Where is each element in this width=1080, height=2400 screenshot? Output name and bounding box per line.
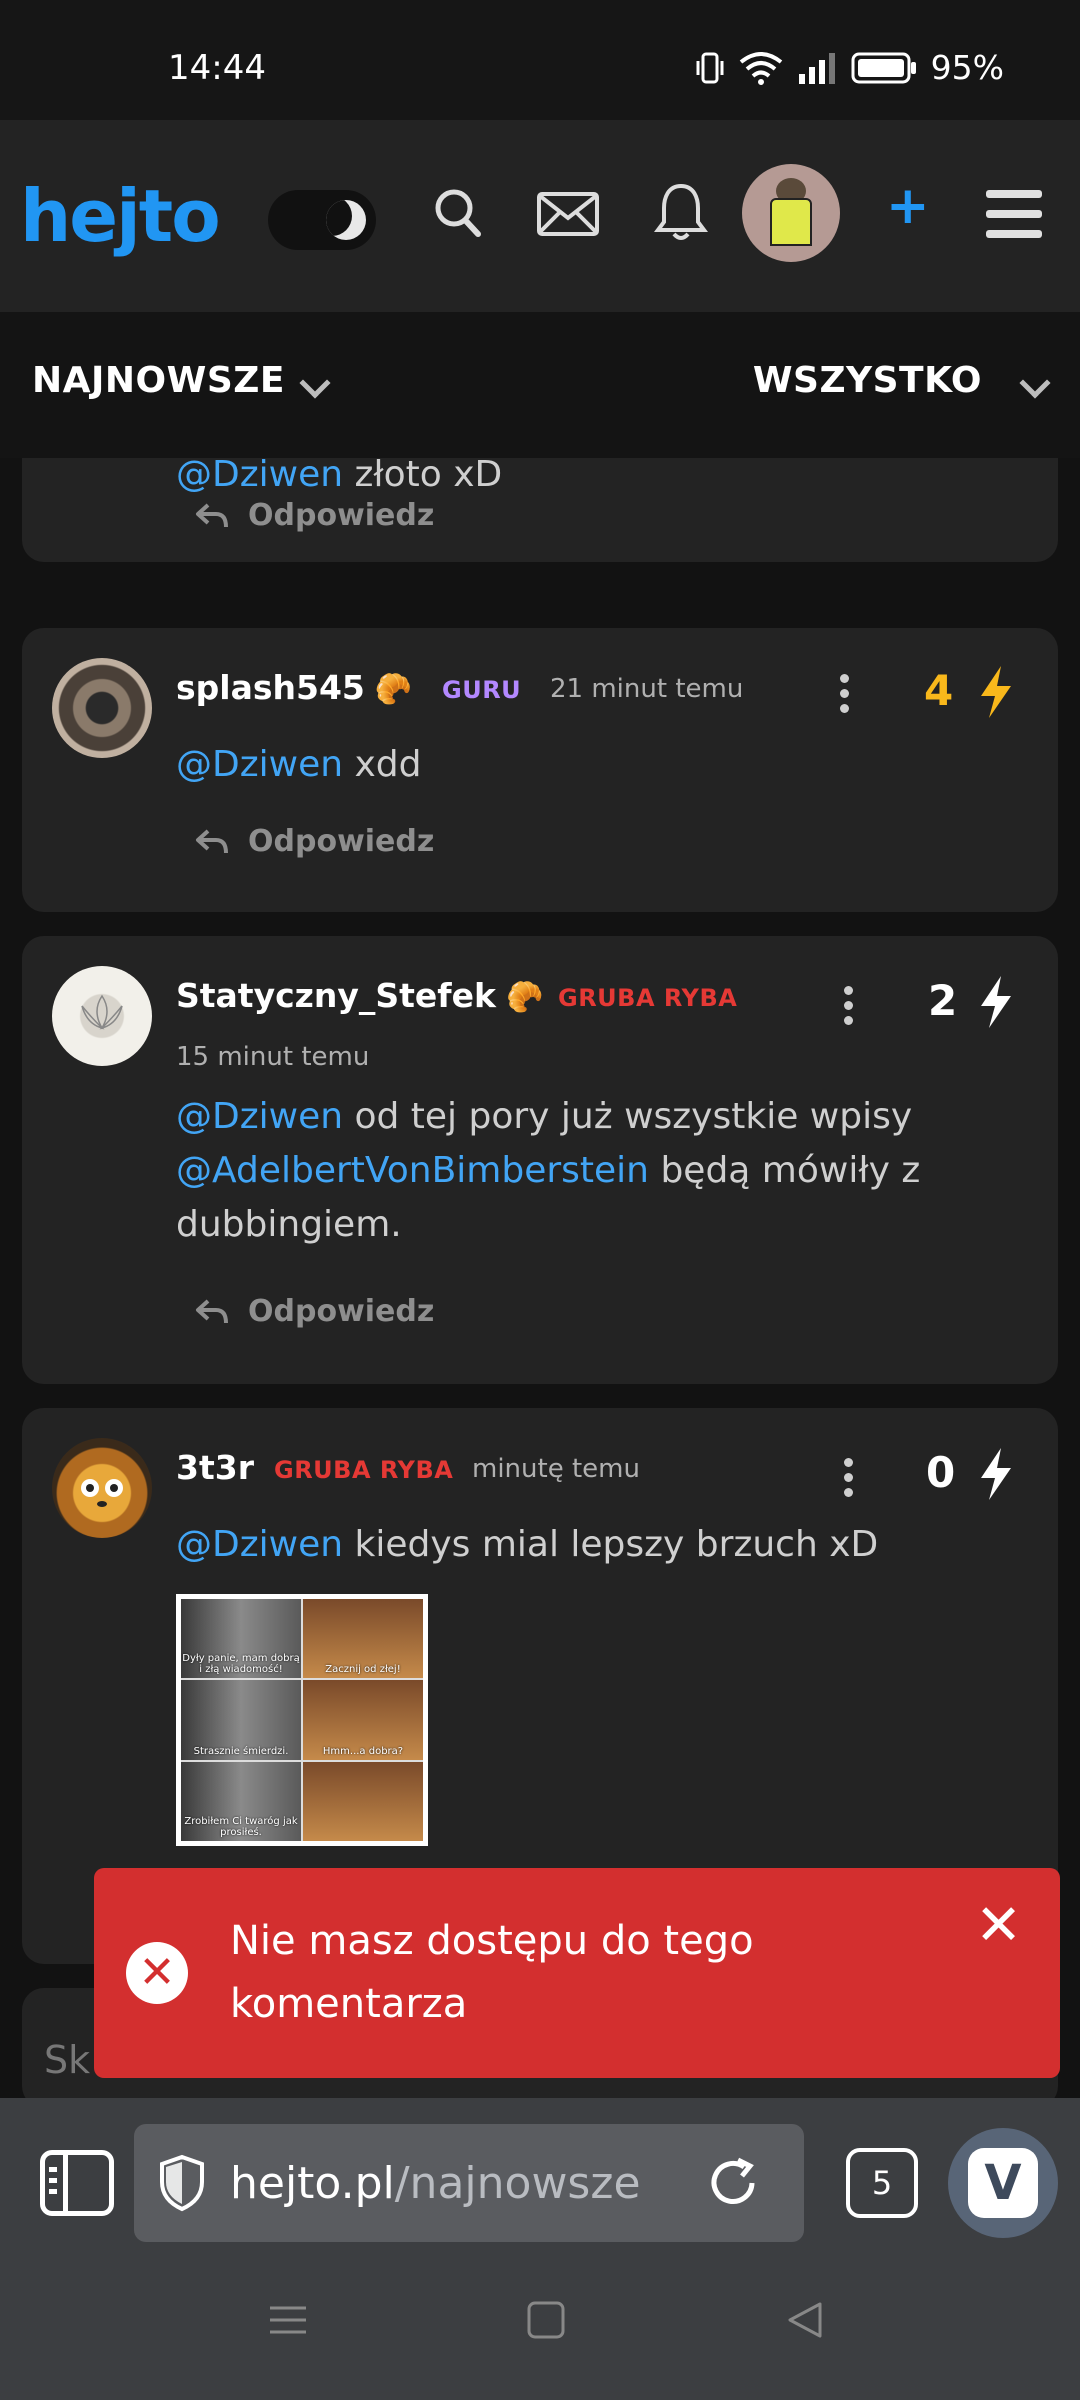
- address-bar[interactable]: hejto.pl/najnowsze: [134, 2124, 804, 2242]
- reply-button[interactable]: Odpowiedz: [194, 498, 434, 533]
- user-avatar[interactable]: [742, 164, 840, 262]
- chevron-down-icon[interactable]: [299, 367, 331, 399]
- more-options-icon[interactable]: [844, 986, 854, 1031]
- reply-button[interactable]: Odpowiedz: [194, 824, 434, 859]
- status-time: 14:44: [168, 48, 266, 88]
- rank-badge: GRUBA RYBA: [274, 1456, 454, 1484]
- recents-icon[interactable]: [268, 2300, 308, 2340]
- mention-link[interactable]: @AdelbertVonBimberstein: [176, 1150, 649, 1191]
- filter-bar: NAJNOWSZE WSZYSTKO: [0, 312, 1080, 458]
- comment-text: @Dziwen od tej pory już wszystkie wpisy …: [176, 1096, 921, 1245]
- status-icons: 95%: [695, 48, 1004, 87]
- dark-mode-toggle[interactable]: [268, 190, 376, 250]
- comment-text: @Dziwen xdd: [176, 744, 422, 785]
- moon-icon: [326, 200, 366, 240]
- sidebar-panel-icon[interactable]: [40, 2150, 114, 2216]
- meme-caption: Hmm...a dobra?: [322, 1745, 404, 1757]
- croissant-badge: 🥐: [505, 980, 544, 1015]
- hamburger-menu-icon[interactable]: [986, 190, 1042, 250]
- vivaldi-logo-icon: V: [968, 2148, 1038, 2218]
- comment-card: splash545 🥐 GURU 21 minut temu 4 @Dziwen …: [22, 628, 1058, 912]
- bell-icon[interactable]: [654, 182, 708, 244]
- commenter-avatar[interactable]: [52, 658, 152, 758]
- lightning-icon[interactable]: [977, 664, 1015, 720]
- username[interactable]: splash545 🥐: [176, 668, 412, 707]
- lightning-icon[interactable]: [977, 1446, 1015, 1502]
- comment-text: @Dziwen złoto xD: [176, 458, 1018, 502]
- comment-time: 21 minut temu: [550, 674, 744, 704]
- status-bar: 14:44 95%: [0, 0, 1080, 120]
- url-text: hejto.pl/najnowsze: [230, 2158, 641, 2209]
- toast-message: Nie masz dostępu do tego komentarza: [230, 1918, 754, 2027]
- hejto-logo[interactable]: hejto: [20, 180, 221, 252]
- comment-text: @Dziwen kiedys mial lepszy brzuch xD: [176, 1524, 879, 1565]
- app-header: hejto +: [0, 120, 1080, 312]
- rank-badge: GURU: [442, 676, 522, 704]
- more-options-icon[interactable]: [840, 674, 850, 719]
- username[interactable]: Statyczny_Stefek 🥐: [176, 976, 543, 1015]
- chevron-down-icon[interactable]: [1019, 367, 1051, 399]
- mention-link[interactable]: @Dziwen: [176, 1096, 343, 1137]
- vote-count: 0: [926, 1448, 956, 1497]
- wifi-icon: [739, 51, 782, 85]
- comment-card: Statyczny_Stefek 🥐 GRUBA RYBA 2 15 minut …: [22, 936, 1058, 1384]
- vivaldi-menu-button[interactable]: V: [948, 2128, 1058, 2238]
- home-icon[interactable]: [526, 2300, 566, 2340]
- vibrate-icon: [696, 52, 724, 83]
- vote-count: 2: [928, 976, 958, 1025]
- meme-caption: Zacznij od złej!: [325, 1664, 401, 1676]
- category-dropdown[interactable]: WSZYSTKO: [753, 360, 982, 401]
- reload-icon[interactable]: [706, 2156, 760, 2210]
- reply-button[interactable]: Odpowiedz: [194, 1294, 434, 1329]
- meme-caption: Strasznie śmierdzi.: [193, 1745, 289, 1757]
- battery-icon: [851, 52, 916, 83]
- search-icon[interactable]: [432, 186, 484, 242]
- comment-card: @Dziwen złoto xD Odpowiedz: [22, 458, 1058, 562]
- signal-icon: [798, 52, 835, 84]
- vote-count: 4: [924, 666, 954, 715]
- sort-dropdown[interactable]: NAJNOWSZE: [32, 360, 285, 401]
- close-icon[interactable]: ✕: [975, 1898, 1022, 1954]
- more-options-icon[interactable]: [844, 1458, 854, 1503]
- system-nav-bar: [0, 2252, 1080, 2400]
- error-icon: ✕: [126, 1942, 188, 2004]
- commenter-avatar[interactable]: [52, 966, 152, 1066]
- commenter-avatar[interactable]: [52, 1438, 152, 1538]
- mail-icon[interactable]: [536, 186, 600, 242]
- meme-image[interactable]: Dyły panie, mam dobrą i złą wiadomość! Z…: [176, 1594, 428, 1846]
- reply-icon: [196, 1299, 228, 1323]
- meme-caption: Dyły panie, mam dobrą i złą wiadomość!: [182, 1653, 300, 1676]
- croissant-badge: 🥐: [374, 672, 413, 707]
- browser-toolbar: hejto.pl/najnowsze 5 V: [0, 2098, 1080, 2252]
- lightning-icon[interactable]: [977, 974, 1015, 1030]
- rank-badge: GRUBA RYBA: [558, 984, 738, 1012]
- comment-input-placeholder: Sk: [44, 2038, 91, 2082]
- reply-icon: [196, 829, 228, 853]
- username[interactable]: 3t3r: [176, 1448, 254, 1487]
- mention-link[interactable]: @Dziwen: [176, 1524, 343, 1565]
- error-toast: ✕ Nie masz dostępu do tego komentarza ✕: [94, 1868, 1060, 2078]
- mention-link[interactable]: @Dziwen: [176, 458, 343, 495]
- shield-icon: [160, 2154, 204, 2212]
- comments-feed: @Dziwen złoto xD Odpowiedz splash545 🥐 GU…: [0, 458, 1080, 2098]
- tabs-button[interactable]: 5: [846, 2148, 918, 2218]
- battery-percent: 95%: [930, 48, 1004, 87]
- mention-link[interactable]: @Dziwen: [176, 744, 343, 785]
- back-icon[interactable]: [784, 2300, 824, 2340]
- reply-icon: [196, 503, 228, 527]
- add-post-button[interactable]: +: [886, 180, 930, 232]
- comment-time: minutę temu: [472, 1454, 640, 1484]
- comment-time: 15 minut temu: [176, 1042, 370, 1072]
- meme-caption: Zrobiłem Ci twaróg jak prosiłeś.: [184, 1816, 298, 1838]
